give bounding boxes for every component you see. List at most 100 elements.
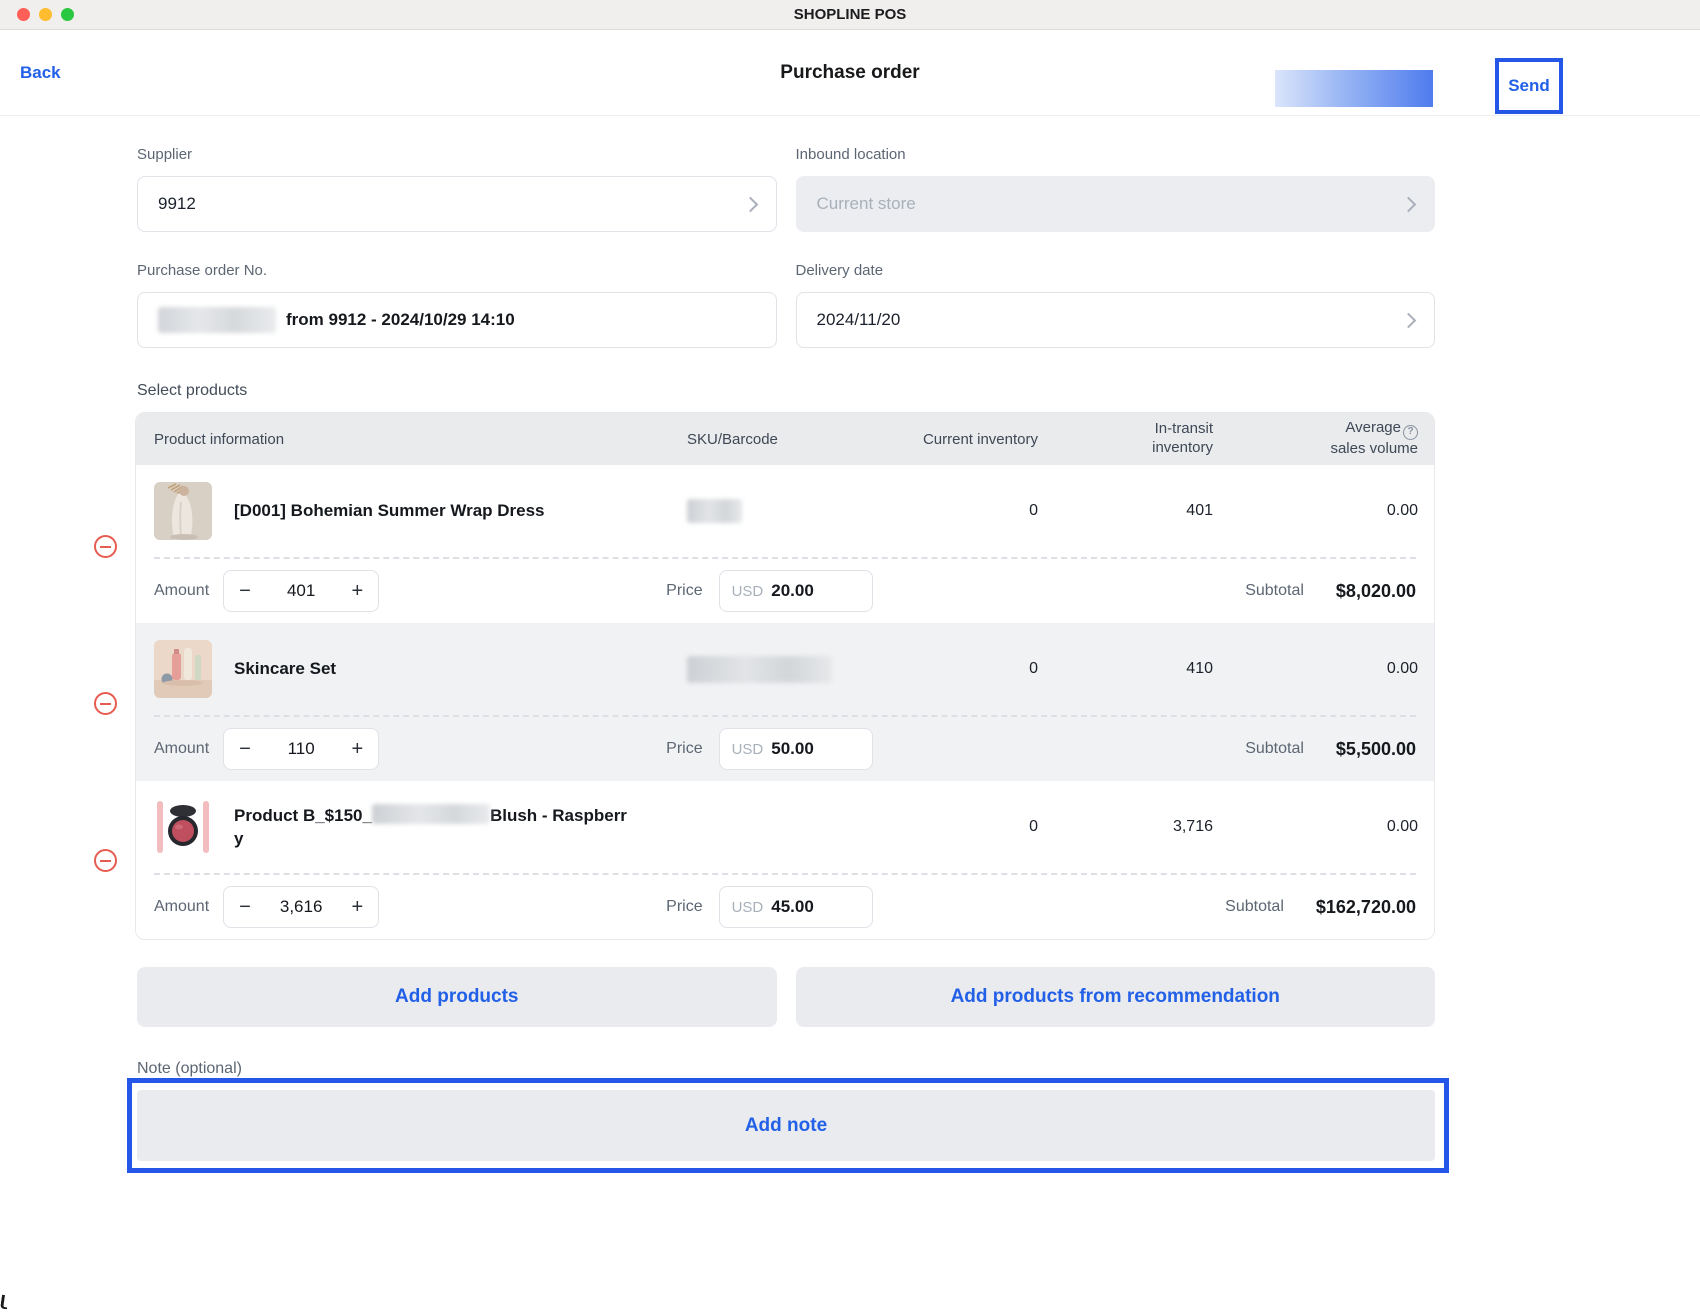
help-icon[interactable]: ? [1403, 425, 1418, 440]
chevron-right-icon [742, 196, 758, 212]
product-name: [D001] Bohemian Summer Wrap Dress [234, 500, 545, 520]
col-in-transit-line2: inventory [1152, 439, 1213, 456]
subtotal-value: $8,020.00 [1335, 580, 1416, 601]
remove-product-icon[interactable] [94, 692, 117, 715]
delivery-date-label: Delivery date [795, 262, 884, 279]
col-sku-barcode: SKU/Barcode [687, 430, 778, 448]
inbound-location-label: Inbound location [795, 146, 906, 163]
add-products-recommendation-button[interactable]: Add products from recommendation [795, 967, 1435, 1027]
subtotal-value: $162,720.00 [1315, 896, 1416, 917]
inbound-location-field: Current store [795, 176, 1435, 232]
amount-stepper: − 3,616 + [223, 886, 380, 928]
add-products-button[interactable]: Add products [137, 967, 777, 1027]
price-value: 45.00 [771, 897, 814, 916]
amount-label: Amount [154, 898, 210, 915]
redacted-name-part [371, 803, 490, 824]
amount-label: Amount [154, 740, 210, 757]
avg-sales-value: 0.00 [1386, 660, 1418, 677]
current-inventory-value: 0 [1029, 818, 1038, 835]
col-avg-line2: sales volume [1330, 440, 1418, 457]
amount-increase-button[interactable]: + [351, 581, 363, 601]
chevron-right-icon [1400, 196, 1417, 212]
amount-increase-button[interactable]: + [351, 897, 363, 917]
product-name-suffix: Blush - Raspberr [489, 805, 627, 825]
table-row: [D001] Bohemian Summer Wrap Dress 0 401 … [136, 465, 1434, 623]
amount-decrease-button[interactable]: − [239, 897, 251, 917]
note-label: Note (optional) [137, 1060, 242, 1077]
currency-label: USD [731, 740, 764, 758]
in-transit-value: 3,716 [1172, 818, 1213, 835]
product-name-wrap: y [234, 828, 244, 848]
col-average-sales-volume: Average? sales volume [1268, 419, 1418, 459]
product-image-blush [154, 798, 212, 856]
page-title: Purchase order [780, 61, 920, 83]
subtotal-label: Subtotal [1245, 740, 1304, 757]
price-value: 50.00 [771, 739, 814, 758]
subtotal-label: Subtotal [1225, 898, 1284, 915]
app-title: SHOPLINE POS [793, 6, 907, 23]
price-input[interactable]: USD 20.00 [718, 570, 873, 612]
amount-value[interactable]: 401 [287, 581, 315, 601]
currency-label: USD [731, 582, 764, 600]
subtotal-label: Subtotal [1245, 582, 1304, 599]
product-name: Skincare Set [234, 658, 337, 678]
avg-sales-value: 0.00 [1386, 502, 1418, 519]
subtotal-value: $5,500.00 [1335, 738, 1416, 759]
price-label: Price [666, 582, 703, 599]
amount-value[interactable]: 110 [288, 739, 315, 759]
col-current-inventory: Current inventory [922, 430, 1038, 448]
price-input[interactable]: USD 45.00 [718, 886, 873, 928]
in-transit-value: 401 [1186, 502, 1213, 519]
table-row: Skincare Set 0 410 0.00 Amount − 110 + P… [136, 623, 1434, 781]
current-inventory-value: 0 [1029, 502, 1038, 519]
currency-label: USD [731, 898, 764, 916]
amount-stepper: − 110 + [223, 728, 380, 770]
supplier-value: 9912 [158, 194, 196, 213]
product-image-dress [154, 482, 212, 540]
remove-product-icon[interactable] [94, 535, 117, 558]
avg-sales-value: 0.00 [1386, 818, 1418, 835]
send-button[interactable]: Send [1508, 76, 1550, 96]
page-header: Back Purchase order Send [0, 30, 1700, 116]
amount-stepper: − 401 + [223, 570, 380, 612]
products-table-header: Product information SKU/Barcode Current … [136, 413, 1434, 465]
product-name-prefix: Product B_$150_ [234, 805, 372, 825]
send-highlight-box: Send [1495, 58, 1563, 114]
product-name: Product B_$150_ Blush - Raspberr y [234, 803, 627, 851]
supplier-field[interactable]: 9912 [137, 176, 777, 232]
col-avg-line1: Average [1345, 419, 1401, 437]
corner-artifact [0, 1294, 9, 1310]
price-value: 20.00 [771, 581, 814, 600]
product-image-skincare [154, 640, 212, 698]
price-label: Price [666, 740, 703, 757]
inbound-location-value: Current store [816, 194, 916, 213]
amount-decrease-button[interactable]: − [239, 581, 251, 601]
col-in-transit-line1: In-transit [1154, 420, 1213, 438]
purchase-order-no-field[interactable]: from 9912 - 2024/10/29 14:10 [137, 292, 777, 348]
delivery-date-field[interactable]: 2024/11/20 [795, 292, 1435, 348]
current-inventory-value: 0 [1029, 660, 1038, 677]
redacted-sku [687, 499, 742, 523]
in-transit-value: 410 [1186, 660, 1213, 677]
annotation-arrow [1275, 70, 1433, 107]
table-row: Product B_$150_ Blush - Raspberr y 0 3,71… [136, 781, 1434, 939]
window-titlebar: SHOPLINE POS [0, 0, 1700, 30]
amount-decrease-button[interactable]: − [239, 739, 251, 759]
redacted-sku [687, 655, 832, 683]
amount-value[interactable]: 3,616 [280, 897, 323, 917]
chevron-right-icon [1400, 312, 1417, 328]
remove-product-icon[interactable] [94, 849, 117, 872]
supplier-label: Supplier [137, 146, 193, 163]
delivery-date-value: 2024/11/20 [816, 310, 901, 329]
amount-increase-button[interactable]: + [351, 739, 363, 759]
select-products-title: Select products [137, 382, 248, 399]
price-label: Price [666, 898, 703, 915]
purchase-order-no-value: from 9912 - 2024/10/29 14:10 [286, 310, 515, 329]
col-in-transit-inventory: In-transit inventory [1038, 420, 1268, 458]
purchase-order-no-label: Purchase order No. [137, 262, 268, 279]
add-note-button[interactable]: Add note [137, 1090, 1435, 1161]
price-input[interactable]: USD 50.00 [718, 728, 873, 770]
col-product-information: Product information [154, 430, 285, 448]
products-table: Product information SKU/Barcode Current … [135, 412, 1435, 940]
redacted-order-number [158, 307, 276, 333]
